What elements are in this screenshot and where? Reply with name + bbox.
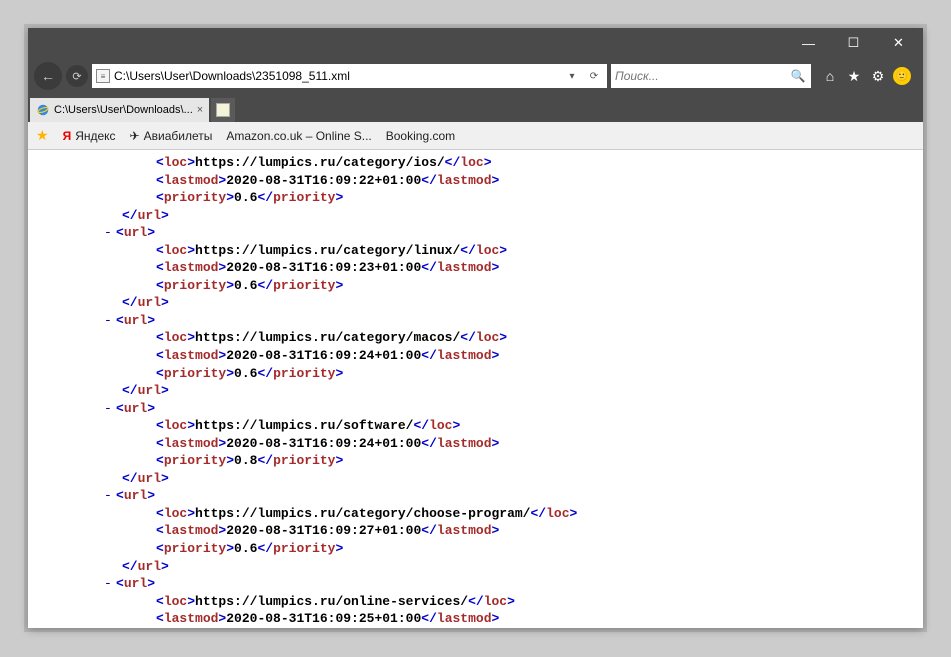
- home-icon[interactable]: ⌂: [821, 67, 839, 85]
- collapse-toggle[interactable]: -: [104, 312, 116, 330]
- bookmark-label: Авиабилеты: [144, 129, 213, 143]
- browser-window: — ☐ ✕ ← ⟳ ≡ C:\Users\User\Downloads\2351…: [28, 28, 923, 628]
- xml-line: -<url>: [36, 400, 915, 418]
- tab-active[interactable]: C:\Users\User\Downloads\... ×: [30, 98, 209, 122]
- bookmark-label: Amazon.co.uk – Online S...: [226, 129, 371, 143]
- xml-line: <priority>0.6</priority>: [36, 277, 915, 295]
- xml-line: <priority>0.6</priority>: [36, 365, 915, 383]
- xml-line: <lastmod>2020-08-31T16:09:24+01:00</last…: [36, 435, 915, 453]
- xml-line: -<url>: [36, 312, 915, 330]
- toolbar-icons: ⌂ ★ ⚙ 🙂: [815, 67, 917, 85]
- xml-line: <loc>https://lumpics.ru/category/choose-…: [36, 505, 915, 523]
- navbar: ← ⟳ ≡ C:\Users\User\Downloads\2351098_51…: [28, 58, 923, 94]
- titlebar: — ☐ ✕: [28, 28, 923, 58]
- xml-line: </url>: [36, 470, 915, 488]
- ie-icon: [36, 103, 50, 117]
- xml-line: -<url>: [36, 224, 915, 242]
- bookmark-label: Яндекс: [75, 129, 115, 143]
- maximize-button[interactable]: ☐: [831, 30, 876, 56]
- add-bookmark-icon[interactable]: ★: [36, 127, 49, 144]
- back-button[interactable]: ←: [34, 62, 62, 90]
- address-refresh[interactable]: ⟳: [585, 67, 603, 85]
- xml-line: -<url>: [36, 487, 915, 505]
- collapse-toggle[interactable]: -: [104, 575, 116, 593]
- xml-line: <loc>https://lumpics.ru/category/macos/<…: [36, 329, 915, 347]
- plane-icon: ✈: [130, 129, 140, 143]
- xml-line: <lastmod>2020-08-31T16:09:24+01:00</last…: [36, 347, 915, 365]
- address-dropdown[interactable]: ▾: [563, 67, 581, 85]
- address-bar[interactable]: ≡ C:\Users\User\Downloads\2351098_511.xm…: [92, 64, 607, 88]
- minimize-button[interactable]: —: [786, 30, 831, 56]
- xml-line: -<url>: [36, 575, 915, 593]
- bookmark-amazon[interactable]: Amazon.co.uk – Online S...: [226, 129, 371, 143]
- address-text[interactable]: C:\Users\User\Downloads\2351098_511.xml: [114, 69, 559, 83]
- new-tab-icon: [216, 103, 230, 117]
- tabbar: C:\Users\User\Downloads\... ×: [28, 94, 923, 122]
- collapse-toggle[interactable]: -: [104, 487, 116, 505]
- bookmark-avia[interactable]: ✈ Авиабилеты: [130, 129, 213, 143]
- xml-line: <loc>https://lumpics.ru/category/linux/<…: [36, 242, 915, 260]
- xml-line: <lastmod>2020-08-31T16:09:25+01:00</last…: [36, 610, 915, 628]
- bookmark-label: Booking.com: [386, 129, 455, 143]
- xml-line: <priority>0.6</priority>: [36, 189, 915, 207]
- xml-line: <loc>https://lumpics.ru/category/ios/</l…: [36, 154, 915, 172]
- new-tab-button[interactable]: [211, 98, 235, 122]
- xml-line: <priority>0.8</priority>: [36, 452, 915, 470]
- search-bar[interactable]: 🔍: [611, 64, 811, 88]
- refresh-button[interactable]: ⟳: [66, 65, 88, 87]
- gear-icon[interactable]: ⚙: [869, 67, 887, 85]
- bookmarks-bar: ★ Я Яндекс ✈ Авиабилеты Amazon.co.uk – O…: [28, 122, 923, 150]
- tab-close-icon[interactable]: ×: [197, 104, 203, 116]
- xml-line: </url>: [36, 294, 915, 312]
- collapse-toggle[interactable]: -: [104, 224, 116, 242]
- xml-viewer[interactable]: <loc>https://lumpics.ru/category/ios/</l…: [28, 150, 923, 628]
- collapse-toggle[interactable]: -: [104, 400, 116, 418]
- xml-line: <loc>https://lumpics.ru/online-services/…: [36, 593, 915, 611]
- bookmark-booking[interactable]: Booking.com: [386, 129, 455, 143]
- search-input[interactable]: [615, 69, 789, 83]
- page-icon: ≡: [96, 69, 110, 83]
- xml-line: <loc>https://lumpics.ru/software/</loc>: [36, 417, 915, 435]
- yandex-icon: Я: [63, 129, 72, 143]
- bookmark-yandex[interactable]: Я Яндекс: [63, 129, 116, 143]
- tab-title: C:\Users\User\Downloads\...: [54, 104, 193, 116]
- xml-line: <priority>0.6</priority>: [36, 540, 915, 558]
- xml-line: <lastmod>2020-08-31T16:09:27+01:00</last…: [36, 522, 915, 540]
- xml-line: </url>: [36, 207, 915, 225]
- xml-line: <lastmod>2020-08-31T16:09:22+01:00</last…: [36, 172, 915, 190]
- xml-line: </url>: [36, 382, 915, 400]
- search-icon[interactable]: 🔍: [789, 69, 807, 83]
- smiley-icon[interactable]: 🙂: [893, 67, 911, 85]
- favorites-icon[interactable]: ★: [845, 67, 863, 85]
- xml-line: <lastmod>2020-08-31T16:09:23+01:00</last…: [36, 259, 915, 277]
- close-button[interactable]: ✕: [876, 30, 921, 56]
- xml-line: </url>: [36, 558, 915, 576]
